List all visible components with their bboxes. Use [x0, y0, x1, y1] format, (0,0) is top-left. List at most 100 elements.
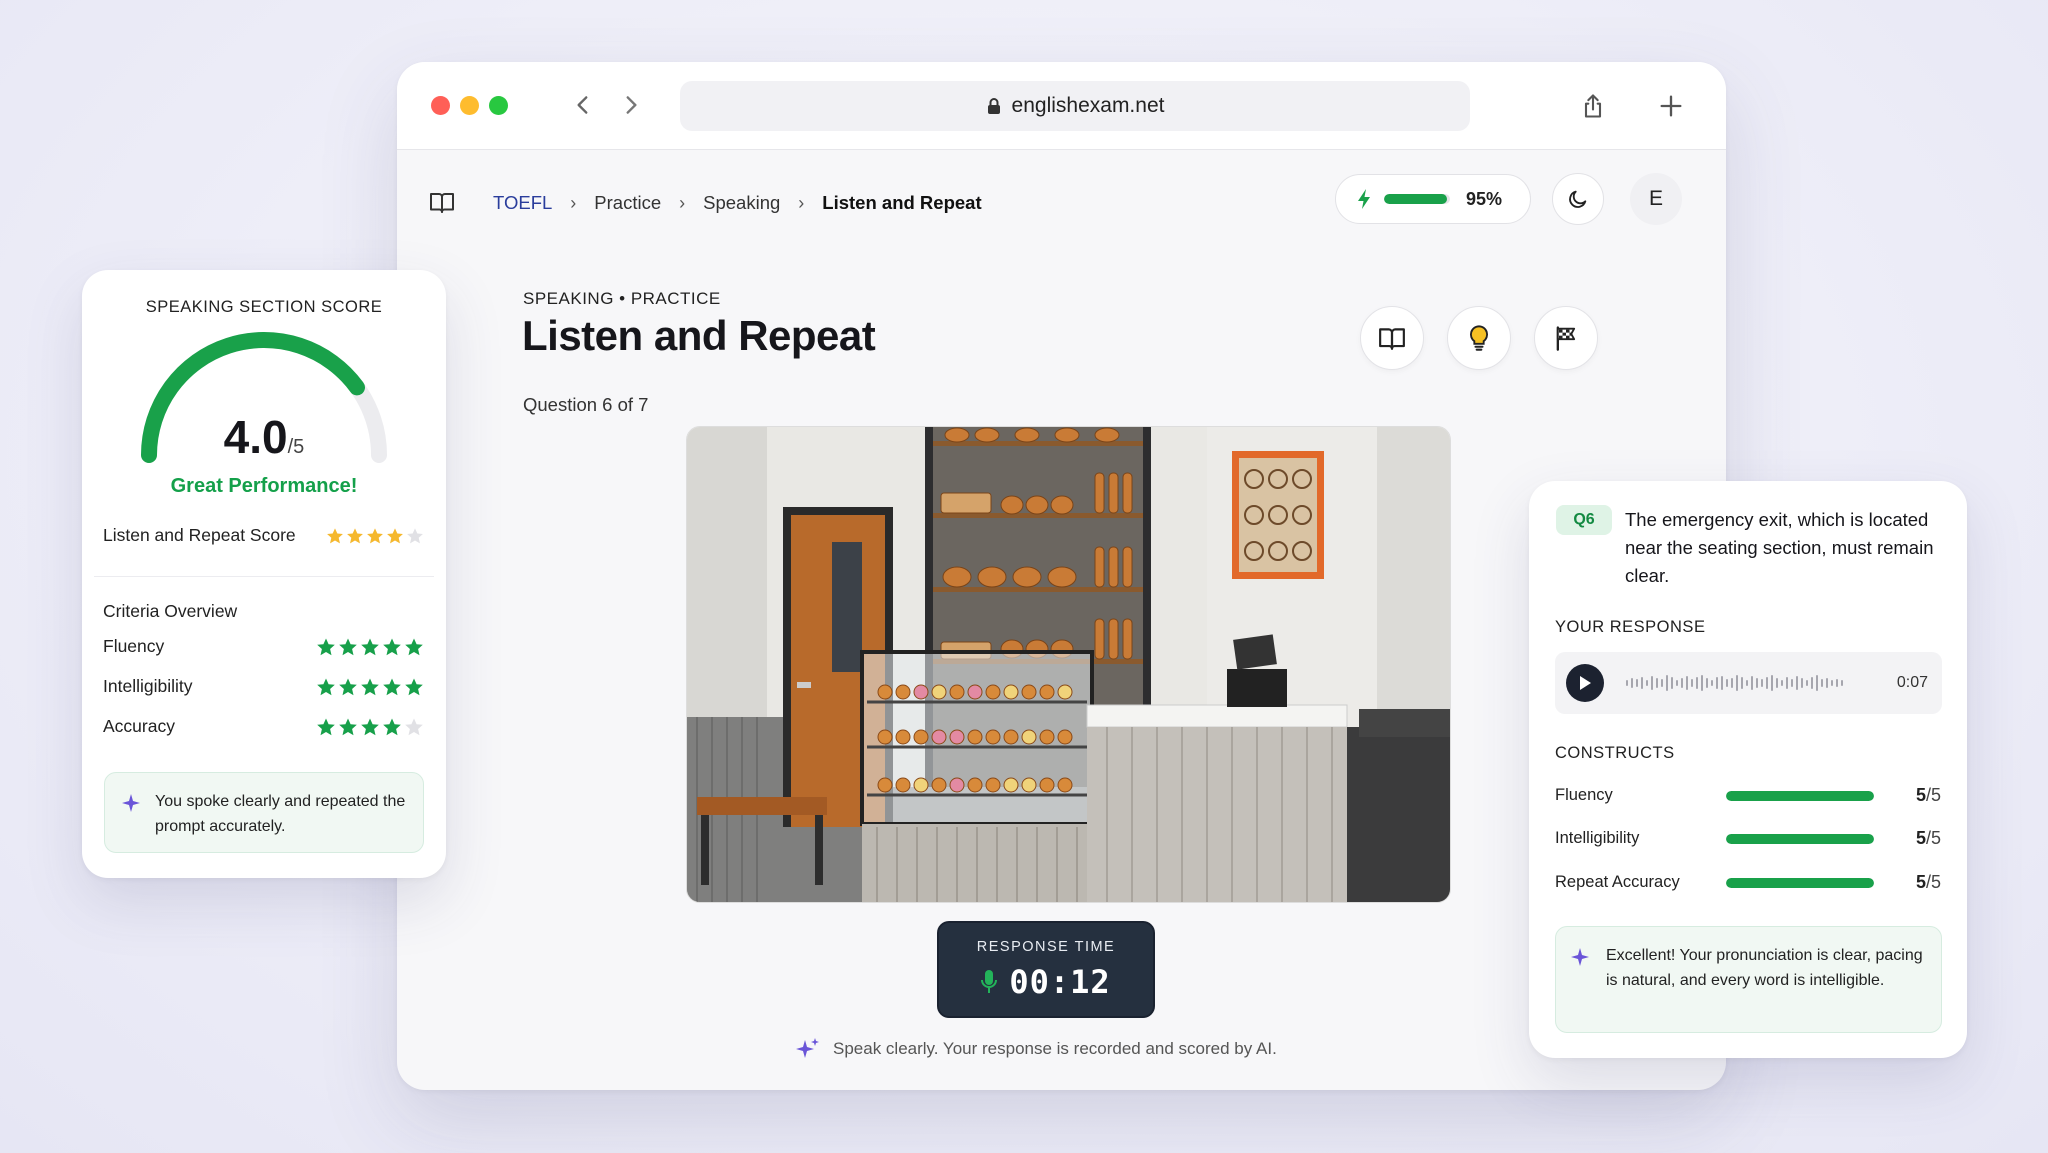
book-icon[interactable] — [429, 190, 455, 214]
star-filled-icon — [383, 678, 401, 695]
criteria-row-intelligibility: Intelligibility — [103, 676, 424, 697]
construct-label: Intelligibility — [1555, 829, 1640, 847]
question-prompt: The emergency exit, which is located nea… — [1625, 509, 1934, 586]
progress-indicator: 95% — [1335, 174, 1531, 224]
sparkle-icon — [796, 1038, 819, 1058]
progress-bar — [1384, 194, 1450, 204]
breadcrumb-practice[interactable]: Practice — [594, 192, 661, 214]
play-icon — [1580, 676, 1591, 690]
criteria-label: Intelligibility — [103, 676, 193, 696]
construct-bar-fill — [1726, 833, 1874, 844]
star-filled-icon — [361, 718, 379, 735]
star-filled-icon — [339, 678, 357, 695]
timer-label: RESPONSE TIME — [976, 939, 1116, 955]
criteria-label: Fluency — [103, 636, 165, 656]
chevron-right-icon: › — [679, 192, 686, 213]
reference-button[interactable] — [1360, 306, 1424, 370]
construct-label: Fluency — [1555, 786, 1613, 804]
listen-repeat-score-row: Listen and Repeat Score — [103, 525, 424, 546]
dark-mode-toggle[interactable] — [1552, 173, 1604, 225]
star-filled-icon — [327, 527, 343, 543]
criteria-overview-title: Criteria Overview — [103, 601, 238, 621]
star-filled-icon — [387, 527, 403, 543]
star-filled-icon — [405, 678, 423, 695]
chevron-right-icon: › — [798, 192, 805, 213]
response-feedback-card: Q6 The emergency exit, which is located … — [1529, 481, 1967, 1058]
book-icon — [1379, 328, 1405, 350]
construct-bar-fill — [1726, 790, 1874, 801]
star-rating — [316, 677, 424, 697]
audio-player: 0:07 — [1555, 652, 1942, 714]
star-filled-icon — [361, 678, 379, 695]
avatar[interactable]: E — [1630, 173, 1682, 225]
audio-waveform[interactable] — [1626, 668, 1843, 698]
page-title: Listen and Repeat — [522, 312, 876, 359]
construct-row-repeat-accuracy: Repeat Accuracy 5/5 — [1555, 872, 1941, 893]
construct-score: 5/5 — [1915, 828, 1941, 848]
construct-label: Repeat Accuracy — [1555, 873, 1680, 891]
new-tab-icon[interactable] — [1651, 86, 1691, 126]
section-eyebrow: SPEAKING • PRACTICE — [523, 289, 721, 308]
progress-percent: 95% — [1466, 188, 1503, 209]
star-filled-icon — [383, 638, 401, 655]
bakery-scene-image — [686, 426, 1451, 903]
minimize-window-button[interactable] — [460, 96, 479, 115]
flag-button[interactable] — [1534, 306, 1598, 370]
star-filled-icon — [317, 718, 335, 735]
lightning-icon — [1358, 189, 1370, 209]
hint-button[interactable] — [1447, 306, 1511, 370]
recording-hint: Speak clearly. Your response is recorded… — [795, 1037, 1277, 1061]
star-filled-icon — [367, 527, 383, 543]
speaking-score-card: SPEAKING SECTION SCORE 4.0/5 Great Perfo… — [82, 270, 446, 878]
sparkle-icon — [122, 794, 140, 812]
star-filled-icon — [317, 678, 335, 695]
score-feedback-text: You spoke clearly and repeated the promp… — [155, 793, 406, 835]
top-navigation: TOEFL › Practice › Speaking › Listen and… — [397, 150, 1726, 256]
your-response-label: YOUR RESPONSE — [1555, 618, 1706, 636]
maximize-window-button[interactable] — [489, 96, 508, 115]
forward-icon[interactable] — [614, 88, 648, 122]
breadcrumb-toefl[interactable]: TOEFL — [493, 192, 552, 214]
close-window-button[interactable] — [431, 96, 450, 115]
star-filled-icon — [339, 718, 357, 735]
star-filled-icon — [383, 718, 401, 735]
criteria-row-fluency: Fluency — [103, 636, 424, 657]
star-empty-icon — [407, 527, 423, 543]
hint-text: Speak clearly. Your response is recorded… — [833, 1039, 1277, 1058]
star-filled-icon — [405, 638, 423, 655]
construct-bar-fill — [1726, 877, 1874, 888]
construct-bar — [1726, 790, 1874, 801]
checkered-flag-icon — [1556, 326, 1576, 351]
play-button[interactable] — [1566, 664, 1604, 702]
construct-bar — [1726, 833, 1874, 844]
progress-bar-fill — [1384, 194, 1447, 204]
timer-value: 00:12 — [1009, 963, 1111, 1001]
construct-row-fluency: Fluency 5/5 — [1555, 785, 1941, 806]
listen-repeat-label: Listen and Repeat Score — [103, 525, 296, 545]
question-tag: Q6 — [1556, 505, 1612, 535]
browser-window: englishexam.net TOEFL › Practice › Speak… — [397, 62, 1726, 1090]
star-filled-icon — [347, 527, 363, 543]
score-card-heading: SPEAKING SECTION SCORE — [145, 298, 383, 316]
constructs-label: CONSTRUCTS — [1555, 744, 1675, 762]
score-feedback-note: You spoke clearly and repeated the promp… — [104, 772, 424, 853]
audio-duration: 0:07 — [1896, 674, 1928, 691]
star-filled-icon — [317, 638, 335, 655]
response-feedback-note: Excellent! Your pronunciation is clear, … — [1555, 926, 1942, 1033]
construct-row-intelligibility: Intelligibility 5/5 — [1555, 828, 1941, 849]
lightbulb-icon — [1470, 325, 1488, 351]
construct-bar — [1726, 877, 1874, 888]
share-icon[interactable] — [1573, 86, 1613, 126]
back-icon[interactable] — [566, 88, 600, 122]
score-verdict: Great Performance! — [170, 475, 358, 497]
star-filled-icon — [339, 638, 357, 655]
question-counter: Question 6 of 7 — [523, 394, 649, 415]
score-max: /5 — [287, 436, 305, 458]
star-empty-icon — [405, 718, 423, 735]
address-bar[interactable]: englishexam.net — [680, 81, 1470, 131]
breadcrumb-speaking[interactable]: Speaking — [703, 192, 780, 214]
breadcrumb-current: Listen and Repeat — [822, 192, 982, 213]
lock-icon — [987, 98, 1000, 114]
moon-icon — [1569, 190, 1587, 208]
construct-score: 5/5 — [1915, 872, 1941, 892]
